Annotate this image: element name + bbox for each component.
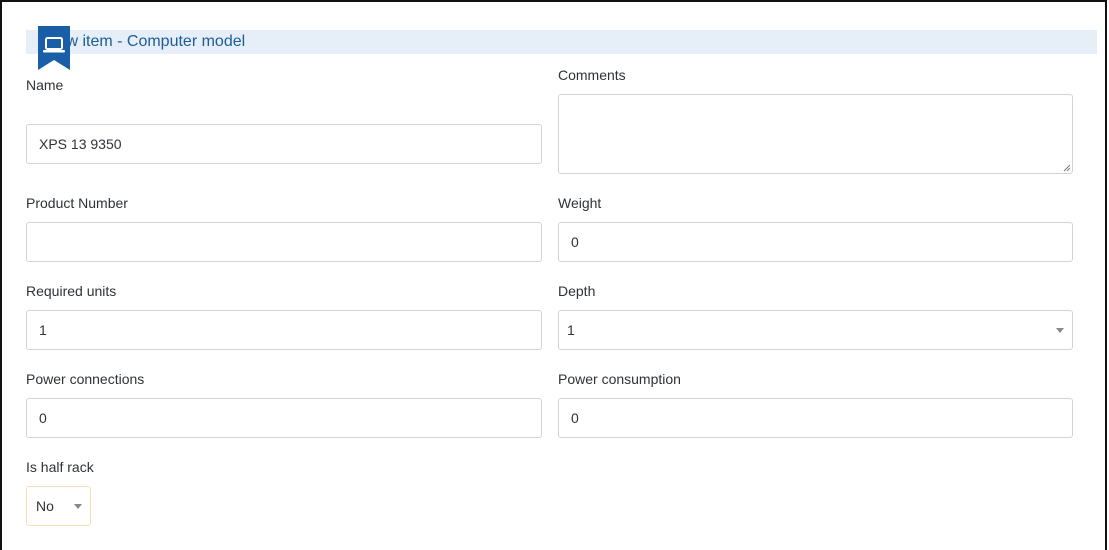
power-consumption-label: Power consumption [558, 371, 681, 387]
is-half-rack-value: No [36, 498, 54, 514]
depth-value: 1 [567, 322, 575, 338]
is-half-rack-label: Is half rack [26, 459, 94, 475]
product-number-field[interactable] [26, 222, 542, 262]
chevron-down-icon [1056, 328, 1064, 333]
resize-handle-icon[interactable] [1063, 164, 1071, 172]
is-half-rack-select[interactable]: No [26, 486, 91, 526]
weight-label: Weight [558, 195, 602, 211]
name-field[interactable]: XPS 13 9350 [26, 124, 542, 164]
power-connections-field[interactable]: 0 [26, 398, 542, 438]
chevron-down-icon [74, 504, 82, 509]
page-title: New item - Computer model [46, 33, 246, 50]
product-number-label: Product Number [26, 195, 128, 211]
required-units-field[interactable]: 1 [26, 310, 542, 350]
power-connections-label: Power connections [26, 371, 145, 387]
required-units-label: Required units [26, 283, 117, 299]
depth-label: Depth [558, 283, 596, 299]
power-consumption-field[interactable]: 0 [558, 398, 1073, 438]
comments-label: Comments [558, 67, 626, 83]
form-panel [0, 0, 1107, 550]
laptop-icon [38, 26, 70, 70]
weight-field[interactable]: 0 [558, 222, 1073, 262]
depth-select[interactable]: 1 [558, 310, 1073, 350]
name-label: Name [26, 77, 64, 93]
comments-textarea[interactable] [558, 94, 1073, 174]
